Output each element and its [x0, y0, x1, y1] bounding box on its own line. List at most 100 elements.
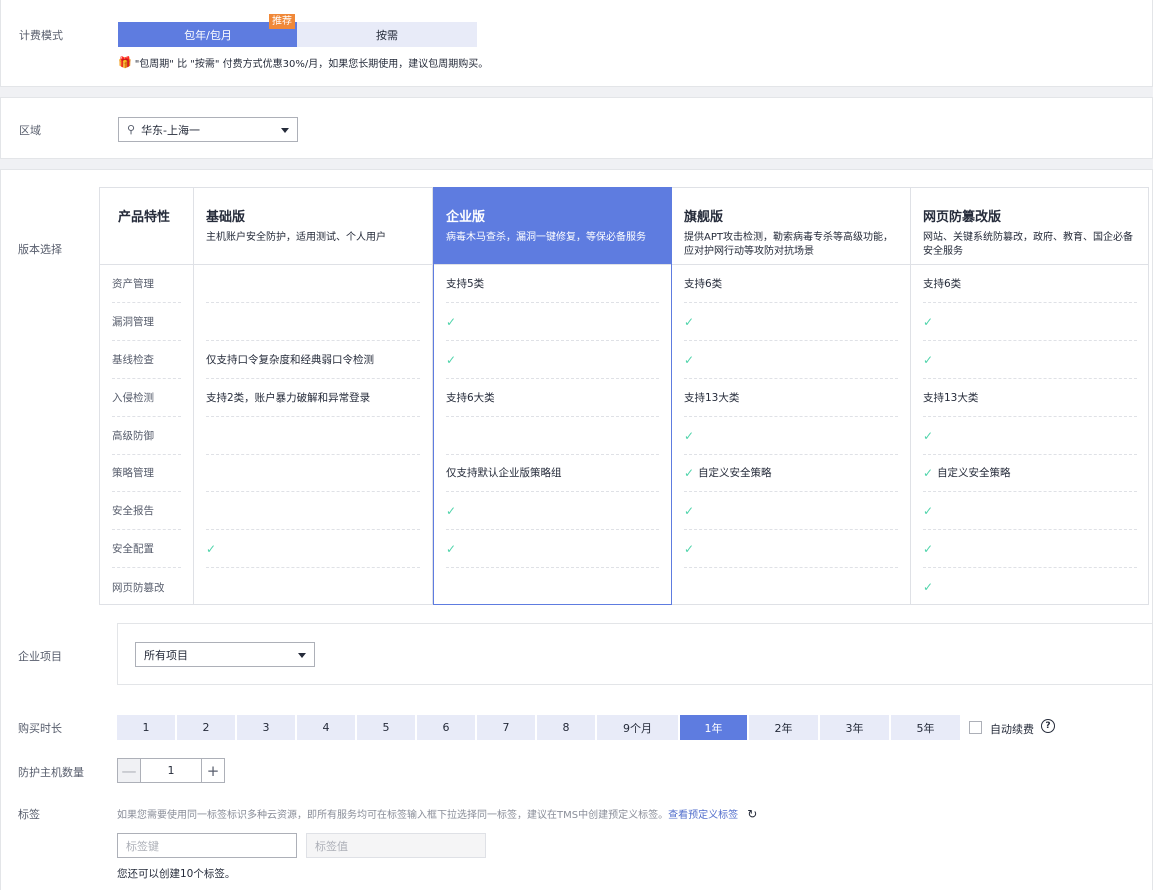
tags-hint-text: 如果您需要使用同一标签标识多种云资源，即所有服务均可在标签输入框下拉选择同一标签… [117, 810, 669, 821]
feature-name: 安全配置 [112, 530, 181, 568]
edition-column[interactable]: 基础版 主机账户安全防护，适用测试、个人用户 仅支持口令复杂度和经典弱口令检测 支持2… [194, 188, 433, 604]
check-icon: ✓ [684, 314, 695, 329]
feature-cell: ✓ [923, 530, 1137, 568]
duration-option-button[interactable]: 3年 [820, 715, 889, 740]
edition-label: 版本选择 [18, 243, 62, 256]
edition-title: 企业版 [446, 210, 486, 225]
feature-cell: ✓ [684, 530, 898, 568]
duration-option-button[interactable]: 1 [117, 715, 175, 740]
duration-option-button[interactable]: 2年 [749, 715, 818, 740]
project-label: 企业项目 [18, 650, 62, 663]
edition-description: 主机账户安全防护，适用测试、个人用户 [206, 232, 386, 243]
check-icon: ✓ [923, 352, 934, 367]
edition-column-header[interactable]: 基础版主机账户安全防护，适用测试、个人用户 [194, 188, 432, 265]
edition-column-header[interactable]: 企业版病毒木马查杀，漏洞一键修复，等保必备服务 [434, 188, 671, 265]
edition-column-header[interactable]: 旗舰版 提供APT攻击检测，勒索病毒专杀等高级功能，应对护网行动等攻防对抗场景 [672, 188, 910, 265]
feature-cell-text: 自定义安全策略 [698, 467, 772, 479]
feature-cell: 支持6大类 [446, 379, 659, 417]
check-icon: ✓ [923, 503, 934, 518]
feature-cell [446, 568, 659, 606]
edition-column[interactable]: 企业版 病毒木马查杀，漏洞一键修复，等保必备服务 支持5类 ✓ ✓ 支持6大类 仅支持默认企… [433, 187, 672, 605]
hosts-quantity-input[interactable]: 1 [140, 758, 202, 783]
chevron-down-icon [298, 653, 306, 658]
tags-label: 标签 [18, 808, 40, 821]
feature-cell: 仅支持默认企业版策略组 [446, 454, 659, 492]
duration-option-button[interactable]: 7 [477, 715, 535, 740]
edition-title: 网页防篡改版 [923, 210, 1002, 225]
feature-cell: 支持2类，账户暴力破解和异常登录 [206, 379, 420, 417]
feature-cell: ✓ [684, 341, 898, 379]
check-icon: ✓ [446, 503, 457, 518]
duration-option-button[interactable]: 8 [537, 715, 595, 740]
feature-cell-text: 支持2类，账户暴力破解和异常登录 [206, 392, 371, 404]
feature-cell-text: 支持13大类 [923, 392, 979, 404]
duration-option-button[interactable]: 6 [417, 715, 475, 740]
tag-key-input[interactable]: 标签键 [117, 833, 297, 858]
feature-cell-text: 支持6类 [684, 278, 723, 290]
edition-column-header[interactable]: 网页防篡改版 网站、关键系统防篡改，政府、教育、国企必备安全服务 [911, 188, 1149, 265]
region-label: 区域 [19, 124, 41, 137]
feature-column-header: 产品特性 [100, 188, 193, 265]
feature-cell: ✓ [206, 530, 420, 568]
feature-cell-text: 自定义安全策略 [937, 467, 1011, 479]
feature-cell: ✓ [923, 417, 1137, 455]
recommend-badge: 推荐 [269, 14, 295, 29]
feature-cell: ✓ [923, 492, 1137, 530]
tags-remaining: 您还可以创建10个标签。 [117, 868, 236, 880]
feature-header-title: 产品特性 [118, 210, 171, 225]
view-predefined-tags-link[interactable]: 查看预定义标签 [668, 810, 738, 821]
auto-renew-label: 自动续费 [990, 723, 1034, 736]
feature-name: 策略管理 [112, 454, 181, 492]
project-select[interactable]: 所有项目 [135, 642, 315, 667]
feature-name: 漏洞管理 [112, 303, 181, 341]
region-value: 华东-上海一 [141, 123, 201, 137]
check-icon: ✓ [684, 428, 695, 443]
check-icon: ✓ [923, 580, 934, 594]
duration-label: 购买时长 [18, 722, 62, 735]
feature-cell-text: 支持13大类 [684, 392, 740, 404]
check-icon: ✓ [206, 541, 217, 556]
feature-cell-text: 支持6大类 [446, 392, 495, 404]
region-select[interactable]: ⚲ 华东-上海一 [118, 117, 298, 142]
duration-option-button[interactable]: 5年 [891, 715, 960, 740]
edition-title: 基础版 [206, 210, 246, 225]
chevron-down-icon [281, 128, 289, 133]
check-icon: ✓ [923, 541, 934, 556]
edition-column[interactable]: 网页防篡改版 网站、关键系统防篡改，政府、教育、国企必备安全服务 支持6类 ✓ ✓ 支持1… [911, 188, 1149, 604]
gift-icon: 🎁 [118, 56, 132, 69]
project-box: 所有项目 [117, 623, 1153, 685]
feature-cell: ✓ [446, 303, 659, 341]
feature-cell-text: 支持5类 [446, 278, 485, 290]
feature-cell: ✓ [446, 530, 659, 568]
help-icon[interactable]: ? [1041, 719, 1055, 733]
feature-cell: ✓ [684, 303, 898, 341]
hosts-decrement-button[interactable]: — [117, 758, 141, 783]
feature-cell [206, 454, 420, 492]
feature-cell: ✓ [684, 492, 898, 530]
feature-cell: ✓ [684, 417, 898, 455]
edition-description: 病毒木马查杀，漏洞一键修复，等保必备服务 [446, 232, 646, 243]
billing-mode-ondemand-button[interactable]: 按需 [297, 22, 477, 47]
location-pin-icon: ⚲ [127, 123, 136, 136]
feature-cell [446, 417, 659, 455]
check-icon: ✓ [684, 503, 695, 518]
feature-cell: ✓ [446, 492, 659, 530]
feature-cell: ✓ [446, 341, 659, 379]
hosts-increment-button[interactable]: + [201, 758, 225, 783]
feature-cell: 支持5类 [446, 265, 659, 303]
duration-option-button[interactable]: 9个月 [597, 715, 678, 740]
duration-option-button[interactable]: 3 [237, 715, 295, 740]
duration-option-button[interactable]: 2 [177, 715, 235, 740]
hosts-label: 防护主机数量 [18, 766, 84, 779]
duration-option-button[interactable]: 4 [297, 715, 355, 740]
edition-title: 旗舰版 [684, 210, 724, 225]
feature-name: 基线检查 [112, 341, 181, 379]
refresh-icon[interactable]: ↻ [747, 807, 757, 821]
duration-option-button[interactable]: 5 [357, 715, 415, 740]
check-icon: ✓ [684, 352, 695, 367]
edition-column[interactable]: 旗舰版 提供APT攻击检测，勒索病毒专杀等高级功能，应对护网行动等攻防对抗场景支持… [672, 188, 911, 604]
duration-option-button[interactable]: 1年 [680, 715, 747, 740]
check-icon: ✓ [684, 465, 695, 480]
auto-renew-checkbox[interactable] [969, 721, 982, 734]
feature-cell: ✓ 自定义安全策略 [923, 454, 1137, 492]
